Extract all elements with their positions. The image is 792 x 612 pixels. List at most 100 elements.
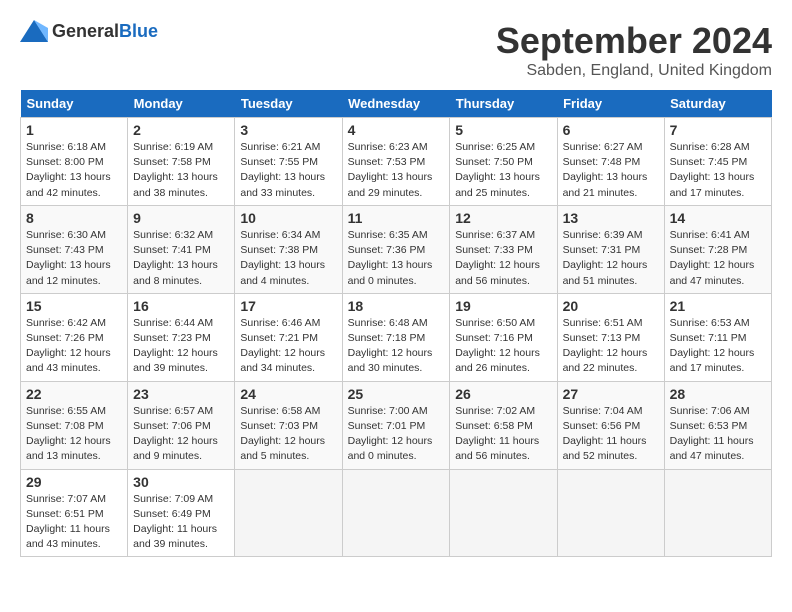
calendar-cell: 20 Sunrise: 6:51 AMSunset: 7:13 PMDayligh… xyxy=(557,293,664,381)
day-info: Sunrise: 6:32 AMSunset: 7:41 PMDaylight:… xyxy=(133,228,229,289)
day-info: Sunrise: 6:50 AMSunset: 7:16 PMDaylight:… xyxy=(455,316,551,377)
calendar-cell: 6 Sunrise: 6:27 AMSunset: 7:48 PMDaylight… xyxy=(557,118,664,206)
calendar-cell: 10 Sunrise: 6:34 AMSunset: 7:38 PMDayligh… xyxy=(235,205,342,293)
day-number: 14 xyxy=(670,210,766,226)
calendar-cell: 7 Sunrise: 6:28 AMSunset: 7:45 PMDaylight… xyxy=(664,118,771,206)
day-number: 20 xyxy=(563,298,659,314)
month-title: September 2024 xyxy=(496,20,772,62)
day-number: 18 xyxy=(348,298,445,314)
day-number: 25 xyxy=(348,386,445,402)
day-info: Sunrise: 6:23 AMSunset: 7:53 PMDaylight:… xyxy=(348,140,445,201)
day-number: 23 xyxy=(133,386,229,402)
calendar-cell: 11Sunrise: 6:35 AMSunset: 7:36 PMDayligh… xyxy=(342,205,450,293)
day-number: 16 xyxy=(133,298,229,314)
calendar-cell xyxy=(450,469,557,557)
day-info: Sunrise: 7:02 AMSunset: 6:58 PMDaylight:… xyxy=(455,404,551,465)
calendar-cell: 9 Sunrise: 6:32 AMSunset: 7:41 PMDaylight… xyxy=(128,205,235,293)
calendar-cell xyxy=(235,469,342,557)
calendar-cell: 30 Sunrise: 7:09 AMSunset: 6:49 PMDayligh… xyxy=(128,469,235,557)
title-block: September 2024 Sabden, England, United K… xyxy=(496,20,772,80)
day-number: 17 xyxy=(240,298,336,314)
day-number: 19 xyxy=(455,298,551,314)
calendar-cell: 27 Sunrise: 7:04 AMSunset: 6:56 PMDayligh… xyxy=(557,381,664,469)
day-number: 29 xyxy=(26,474,122,490)
day-number: 15 xyxy=(26,298,122,314)
day-number: 28 xyxy=(670,386,766,402)
day-info: Sunrise: 6:39 AMSunset: 7:31 PMDaylight:… xyxy=(563,228,659,289)
day-number: 5 xyxy=(455,122,551,138)
week-row-5: 29 Sunrise: 7:07 AMSunset: 6:51 PMDayligh… xyxy=(21,469,772,557)
day-info: Sunrise: 7:09 AMSunset: 6:49 PMDaylight:… xyxy=(133,492,229,553)
day-number: 7 xyxy=(670,122,766,138)
day-number: 3 xyxy=(240,122,336,138)
day-info: Sunrise: 6:51 AMSunset: 7:13 PMDaylight:… xyxy=(563,316,659,377)
day-number: 22 xyxy=(26,386,122,402)
day-number: 11 xyxy=(348,210,445,226)
day-number: 10 xyxy=(240,210,336,226)
day-number: 30 xyxy=(133,474,229,490)
day-number: 12 xyxy=(455,210,551,226)
calendar-cell: 5 Sunrise: 6:25 AMSunset: 7:50 PMDaylight… xyxy=(450,118,557,206)
day-info: Sunrise: 6:46 AMSunset: 7:21 PMDaylight:… xyxy=(240,316,336,377)
column-header-friday: Friday xyxy=(557,90,664,118)
logo-icon xyxy=(20,20,48,42)
day-info: Sunrise: 6:44 AMSunset: 7:23 PMDaylight:… xyxy=(133,316,229,377)
day-info: Sunrise: 6:18 AMSunset: 8:00 PMDaylight:… xyxy=(26,140,122,201)
calendar-cell: 22Sunrise: 6:55 AMSunset: 7:08 PMDayligh… xyxy=(21,381,128,469)
calendar-cell: 19 Sunrise: 6:50 AMSunset: 7:16 PMDayligh… xyxy=(450,293,557,381)
week-row-1: 1 Sunrise: 6:18 AMSunset: 8:00 PMDaylight… xyxy=(21,118,772,206)
calendar-cell: 21Sunrise: 6:53 AMSunset: 7:11 PMDayligh… xyxy=(664,293,771,381)
day-number: 13 xyxy=(563,210,659,226)
column-header-monday: Monday xyxy=(128,90,235,118)
day-number: 4 xyxy=(348,122,445,138)
day-info: Sunrise: 7:06 AMSunset: 6:53 PMDaylight:… xyxy=(670,404,766,465)
header-row: SundayMondayTuesdayWednesdayThursdayFrid… xyxy=(21,90,772,118)
calendar-cell: 13 Sunrise: 6:39 AMSunset: 7:31 PMDayligh… xyxy=(557,205,664,293)
day-info: Sunrise: 6:28 AMSunset: 7:45 PMDaylight:… xyxy=(670,140,766,201)
calendar-cell: 28 Sunrise: 7:06 AMSunset: 6:53 PMDayligh… xyxy=(664,381,771,469)
logo: GeneralBlue xyxy=(20,20,158,42)
day-info: Sunrise: 7:07 AMSunset: 6:51 PMDaylight:… xyxy=(26,492,122,553)
day-number: 6 xyxy=(563,122,659,138)
week-row-4: 22Sunrise: 6:55 AMSunset: 7:08 PMDayligh… xyxy=(21,381,772,469)
day-number: 9 xyxy=(133,210,229,226)
day-info: Sunrise: 6:48 AMSunset: 7:18 PMDaylight:… xyxy=(348,316,445,377)
calendar-cell: 23 Sunrise: 6:57 AMSunset: 7:06 PMDayligh… xyxy=(128,381,235,469)
calendar-cell: 24 Sunrise: 6:58 AMSunset: 7:03 PMDayligh… xyxy=(235,381,342,469)
day-number: 27 xyxy=(563,386,659,402)
day-number: 26 xyxy=(455,386,551,402)
calendar-cell: 16 Sunrise: 6:44 AMSunset: 7:23 PMDayligh… xyxy=(128,293,235,381)
calendar-cell: 14 Sunrise: 6:41 AMSunset: 7:28 PMDayligh… xyxy=(664,205,771,293)
calendar-cell: 8Sunrise: 6:30 AMSunset: 7:43 PMDaylight… xyxy=(21,205,128,293)
location: Sabden, England, United Kingdom xyxy=(496,62,772,80)
day-number: 1 xyxy=(26,122,122,138)
day-info: Sunrise: 6:30 AMSunset: 7:43 PMDaylight:… xyxy=(26,228,122,289)
day-info: Sunrise: 7:00 AMSunset: 7:01 PMDaylight:… xyxy=(348,404,445,465)
calendar-cell: 18 Sunrise: 6:48 AMSunset: 7:18 PMDayligh… xyxy=(342,293,450,381)
day-info: Sunrise: 6:25 AMSunset: 7:50 PMDaylight:… xyxy=(455,140,551,201)
day-info: Sunrise: 6:42 AMSunset: 7:26 PMDaylight:… xyxy=(26,316,122,377)
day-info: Sunrise: 6:34 AMSunset: 7:38 PMDaylight:… xyxy=(240,228,336,289)
day-info: Sunrise: 6:27 AMSunset: 7:48 PMDaylight:… xyxy=(563,140,659,201)
day-info: Sunrise: 6:58 AMSunset: 7:03 PMDaylight:… xyxy=(240,404,336,465)
calendar-cell: 26 Sunrise: 7:02 AMSunset: 6:58 PMDayligh… xyxy=(450,381,557,469)
day-info: Sunrise: 6:57 AMSunset: 7:06 PMDaylight:… xyxy=(133,404,229,465)
week-row-2: 8Sunrise: 6:30 AMSunset: 7:43 PMDaylight… xyxy=(21,205,772,293)
day-number: 24 xyxy=(240,386,336,402)
calendar-cell: 3 Sunrise: 6:21 AMSunset: 7:55 PMDaylight… xyxy=(235,118,342,206)
calendar-cell: 1 Sunrise: 6:18 AMSunset: 8:00 PMDaylight… xyxy=(21,118,128,206)
day-info: Sunrise: 6:19 AMSunset: 7:58 PMDaylight:… xyxy=(133,140,229,201)
calendar-cell: 2Sunrise: 6:19 AMSunset: 7:58 PMDaylight… xyxy=(128,118,235,206)
day-info: Sunrise: 7:04 AMSunset: 6:56 PMDaylight:… xyxy=(563,404,659,465)
page-header: GeneralBlue September 2024 Sabden, Engla… xyxy=(20,20,772,80)
column-header-thursday: Thursday xyxy=(450,90,557,118)
logo-text-blue: Blue xyxy=(119,21,158,41)
calendar-table: SundayMondayTuesdayWednesdayThursdayFrid… xyxy=(20,90,772,557)
day-info: Sunrise: 6:21 AMSunset: 7:55 PMDaylight:… xyxy=(240,140,336,201)
day-info: Sunrise: 6:53 AMSunset: 7:11 PMDaylight:… xyxy=(670,316,766,377)
column-header-sunday: Sunday xyxy=(21,90,128,118)
week-row-3: 15 Sunrise: 6:42 AMSunset: 7:26 PMDayligh… xyxy=(21,293,772,381)
day-info: Sunrise: 6:41 AMSunset: 7:28 PMDaylight:… xyxy=(670,228,766,289)
calendar-cell: 12Sunrise: 6:37 AMSunset: 7:33 PMDayligh… xyxy=(450,205,557,293)
column-header-tuesday: Tuesday xyxy=(235,90,342,118)
